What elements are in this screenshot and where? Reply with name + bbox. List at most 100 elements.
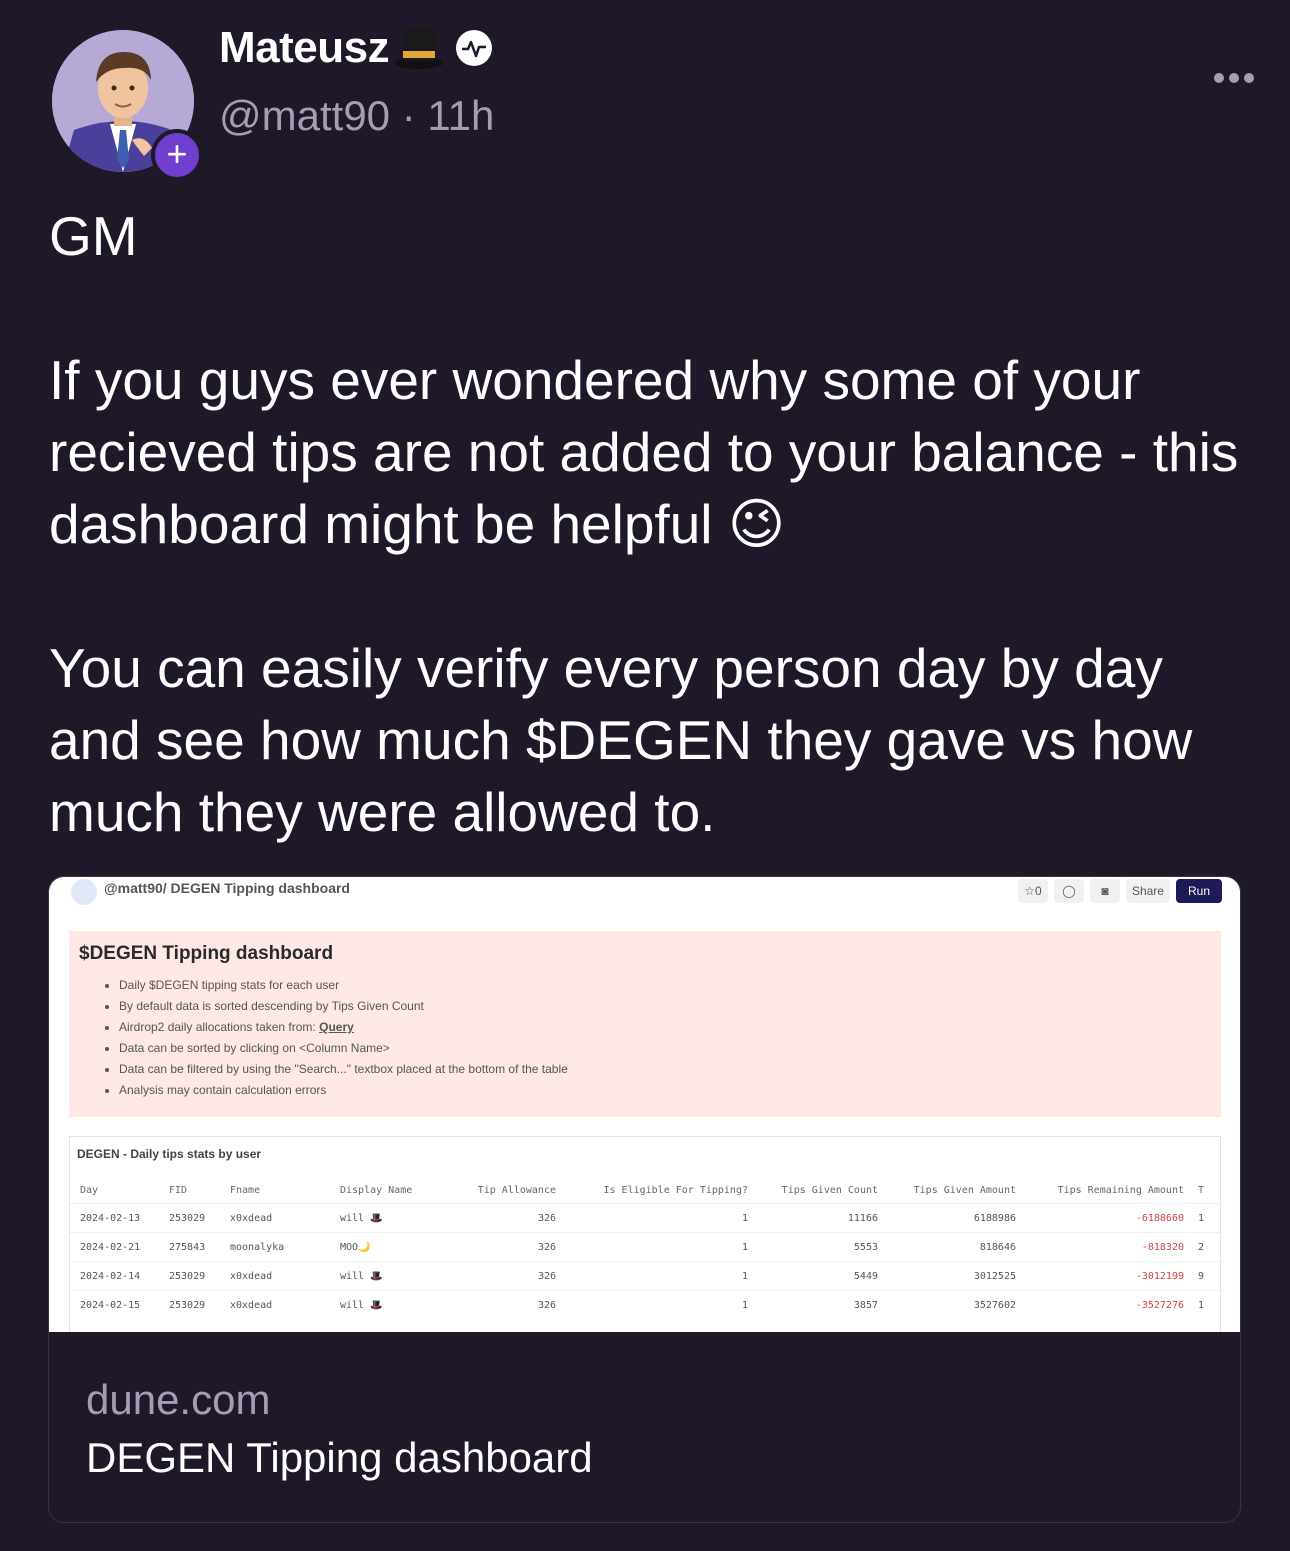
table-cell: 5553: [752, 1232, 882, 1262]
table-cell: -6188660: [1020, 1203, 1188, 1233]
top-hat-icon: [395, 29, 444, 69]
more-options-icon[interactable]: [1212, 66, 1256, 90]
table-cell: 1: [560, 1261, 752, 1291]
link-preview-meta: dune.com DEGEN Tipping dashboard: [86, 1375, 593, 1483]
table-cell: 3012525: [882, 1261, 1020, 1291]
link-domain: dune.com: [86, 1376, 271, 1423]
table-cell: 1: [1188, 1290, 1222, 1319]
column-header: FID: [169, 1184, 188, 1196]
column-header: Tip Allowance: [477, 1184, 556, 1196]
power-badge-icon[interactable]: [455, 29, 493, 67]
note-item: Data can be sorted by clicking on <Colum…: [119, 1038, 1211, 1059]
follow-button[interactable]: +: [151, 129, 203, 181]
table-cell: 2: [1188, 1232, 1222, 1262]
share-button: Share: [1125, 879, 1170, 903]
post-greeting: GM: [49, 205, 138, 267]
column-header: Is Eligible For Tipping?: [603, 1184, 749, 1196]
author-handle[interactable]: @matt90: [219, 92, 390, 139]
table-cell: 1: [560, 1203, 752, 1233]
table-cell: 11166: [752, 1203, 882, 1233]
table-cell: MOO🌙: [330, 1232, 450, 1262]
table-cell: 3527602: [882, 1290, 1020, 1319]
table-cell: -818320: [1020, 1232, 1188, 1262]
table-cell: x0xdead: [220, 1290, 330, 1319]
table-row: 2024-02-14 253029 x0xdead will 🎩 326 1 5449 301…: [70, 1261, 1222, 1291]
table-cell: 326: [450, 1232, 560, 1262]
column-header: Day: [80, 1184, 99, 1196]
dashboard-avatar-icon: [71, 879, 97, 905]
column-header: Fname: [230, 1184, 261, 1196]
note-item: By default data is sorted descending by …: [119, 996, 1211, 1017]
table-row: 2024-02-13 253029 x0xdead will 🎩 326 1 11166 61…: [70, 1203, 1222, 1233]
table-cell: -3012199: [1020, 1261, 1188, 1291]
column-header: Tips Remaining Amount: [1057, 1184, 1184, 1196]
star-count: ☆0: [1017, 879, 1048, 903]
run-button: Run: [1175, 879, 1222, 903]
wink-emoji: 😉: [727, 493, 786, 555]
table-cell: will 🎩: [330, 1261, 450, 1291]
dashboard-toolbar: ☆0 ◯ ◙ Share Run: [1017, 879, 1222, 903]
table-cell: 1: [560, 1290, 752, 1319]
table-cell: 275843: [159, 1232, 220, 1262]
table-row: 2024-02-21 275843 moonalyka MOO🌙 326 1 5553 818…: [70, 1232, 1222, 1262]
post-paragraph-1: If you guys ever wondered why some of yo…: [49, 344, 1249, 560]
note-item-text: Airdrop2 daily allocations taken from:: [119, 1020, 320, 1034]
table-cell: 9: [1188, 1261, 1222, 1291]
dashboard-info-box: $DEGEN Tipping dashboard Daily $DEGEN ti…: [69, 931, 1221, 1117]
table-cell: 818646: [882, 1232, 1020, 1262]
table-body: 2024-02-13 253029 x0xdead will 🎩 326 1 11166 61…: [70, 1203, 1222, 1319]
table-cell: 2024-02-14: [70, 1261, 159, 1291]
author-name[interactable]: Mateusz: [219, 23, 390, 73]
note-item: Airdrop2 daily allocations taken from: Q…: [119, 1017, 1211, 1038]
table-cell: 326: [450, 1261, 560, 1291]
table-cell: 1: [1188, 1203, 1222, 1233]
table-row: 2024-02-15 253029 x0xdead will 🎩 326 1 3857 352…: [70, 1290, 1222, 1319]
stats-table: Day FID Fname Display Name Tip Allowance…: [70, 1177, 1222, 1319]
table-cell: x0xdead: [220, 1203, 330, 1233]
dashboard-header: @matt90/ DEGEN Tipping dashboard ☆0 ◯ ◙ …: [49, 877, 1240, 907]
table-cell: 253029: [159, 1203, 220, 1233]
note-item: Data can be filtered by using the "Searc…: [119, 1059, 1211, 1080]
camera-icon: ◙: [1089, 879, 1120, 903]
table-cell: 6188986: [882, 1203, 1020, 1233]
table-cell: moonalyka: [220, 1232, 330, 1262]
table-cell: 326: [450, 1203, 560, 1233]
table-cell: 2024-02-21: [70, 1232, 159, 1262]
dashboard-screenshot: @matt90/ DEGEN Tipping dashboard ☆0 ◯ ◙ …: [49, 877, 1240, 1332]
table-cell: 326: [450, 1290, 560, 1319]
table-header-row: Day FID Fname Display Name Tip Allowance…: [70, 1177, 1222, 1204]
dashboard-notes: Daily $DEGEN tipping stats for each user…: [79, 975, 1211, 1101]
link-preview-card[interactable]: @matt90/ DEGEN Tipping dashboard ☆0 ◯ ◙ …: [48, 876, 1241, 1523]
table-cell: 253029: [159, 1261, 220, 1291]
stats-table-panel: DEGEN - Daily tips stats by user Day FID…: [69, 1136, 1222, 1332]
link-title: DEGEN Tipping dashboard: [86, 1434, 593, 1481]
post-paragraph-1-text: If you guys ever wondered why some of yo…: [49, 349, 1239, 555]
dashboard-heading: $DEGEN Tipping dashboard: [79, 943, 334, 964]
table-cell: 2024-02-13: [70, 1203, 159, 1233]
post-body: GM If you guys ever wondered why some of…: [49, 200, 1249, 848]
table-cell: will 🎩: [330, 1203, 450, 1233]
table-cell: 1: [560, 1232, 752, 1262]
note-item: Analysis may contain calculation errors: [119, 1080, 1211, 1101]
dashboard-breadcrumb: @matt90/ DEGEN Tipping dashboard: [104, 880, 350, 896]
github-icon: ◯: [1053, 879, 1084, 903]
table-title: DEGEN - Daily tips stats by user: [77, 1147, 262, 1161]
meta-separator: ·: [401, 92, 416, 139]
post-time[interactable]: 11h: [427, 92, 494, 139]
table-cell: 253029: [159, 1290, 220, 1319]
column-header: Tips Given Amount: [913, 1184, 1016, 1196]
post-paragraph-2: You can easily verify every person day b…: [49, 637, 1193, 843]
table-cell: -3527276: [1020, 1290, 1188, 1319]
table-cell: x0xdead: [220, 1261, 330, 1291]
note-item: Daily $DEGEN tipping stats for each user: [119, 975, 1211, 996]
column-header: Display Name: [340, 1184, 413, 1196]
table-cell: will 🎩: [330, 1290, 450, 1319]
post-meta: @matt90 · 11h: [219, 92, 494, 140]
author-name-row: Mateusz: [219, 18, 493, 78]
column-header: T: [1198, 1184, 1205, 1196]
query-link: Query: [319, 1020, 354, 1034]
column-header: Tips Given Count: [781, 1184, 878, 1196]
table-cell: 5449: [752, 1261, 882, 1291]
table-cell: 3857: [752, 1290, 882, 1319]
table-cell: 2024-02-15: [70, 1290, 159, 1319]
